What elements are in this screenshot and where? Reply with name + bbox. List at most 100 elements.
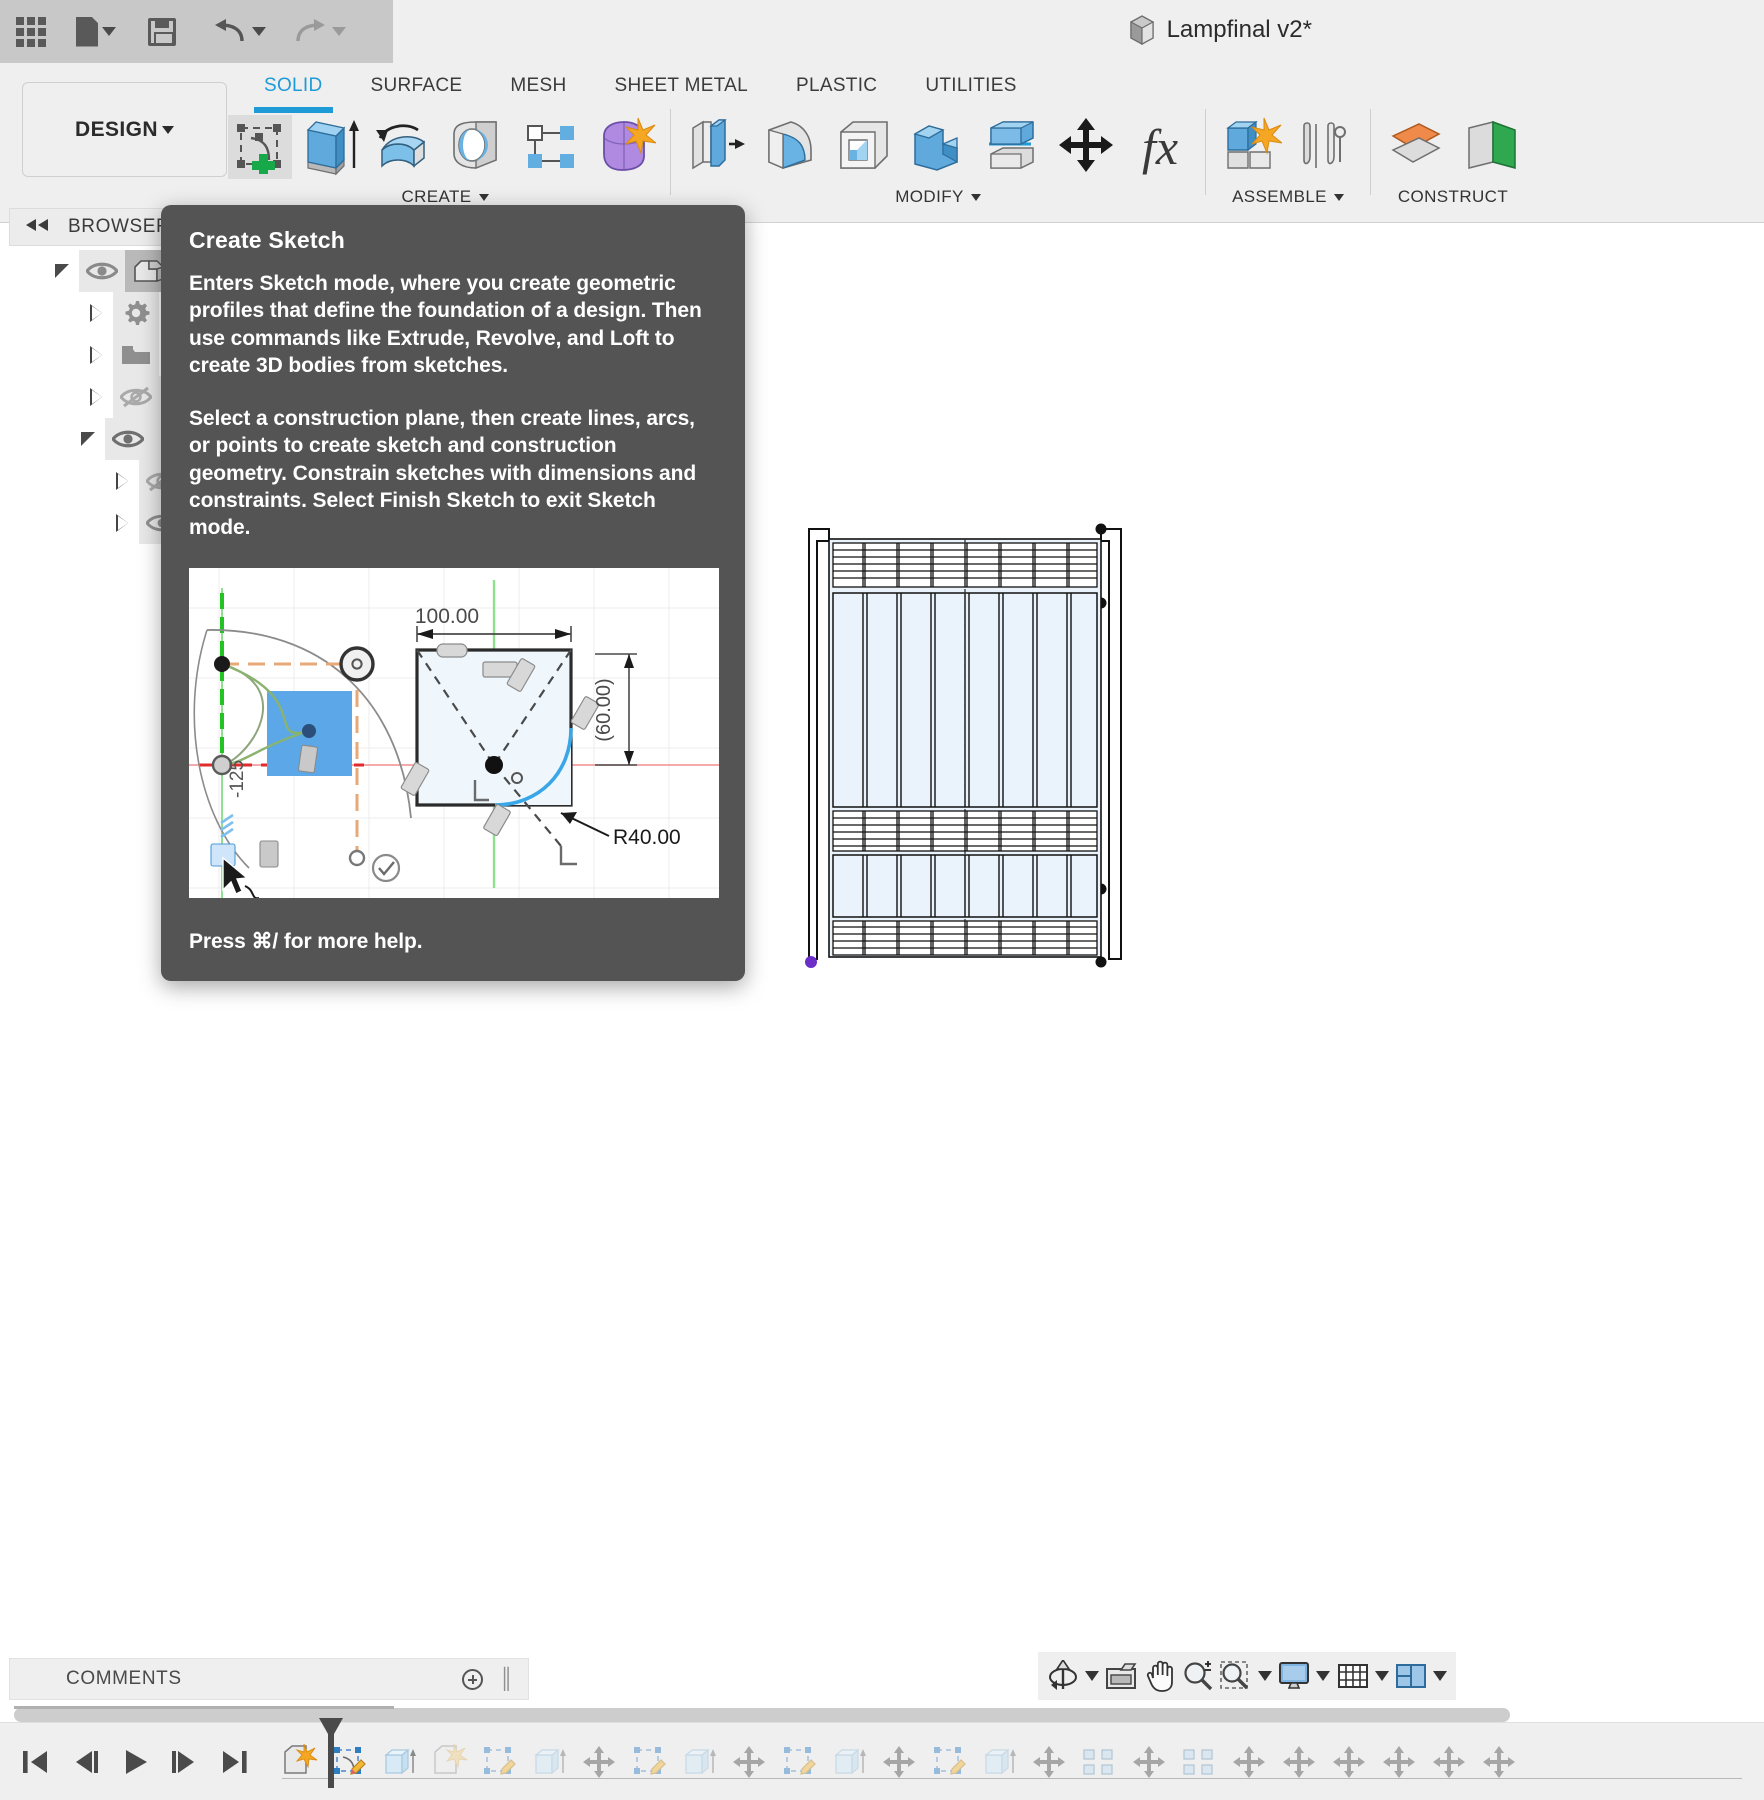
timeline-go-to-beginning[interactable] [10, 1733, 60, 1791]
panel-label-assemble[interactable]: ASSEMBLE [1232, 187, 1344, 207]
timeline-feature-extrude-1[interactable] [374, 1733, 424, 1791]
nav-display-settings-button[interactable] [1275, 1654, 1313, 1698]
timeline-feature-move-2[interactable] [724, 1733, 774, 1791]
timeline-feature-new-component-2[interactable] [424, 1733, 474, 1791]
timeline-step-forward[interactable] [160, 1733, 210, 1791]
tool-create-sketch[interactable] [228, 115, 292, 179]
timeline-feature-pattern-2[interactable] [1174, 1733, 1224, 1791]
tool-new-component[interactable] [1214, 109, 1288, 185]
timeline-position-marker[interactable] [318, 1718, 344, 1788]
timeline-feature-sketch-4[interactable] [774, 1733, 824, 1791]
tool-hole[interactable] [440, 109, 514, 185]
expander-collapsed-icon[interactable] [89, 388, 103, 406]
timeline-step-back[interactable] [60, 1733, 110, 1791]
nav-zoom-dropdown[interactable] [1255, 1671, 1275, 1681]
timeline-feature-sketch-2[interactable] [474, 1733, 524, 1791]
expander-collapsed-icon[interactable] [89, 304, 103, 322]
timeline-scrollbar[interactable] [14, 1706, 1764, 1722]
tool-combine[interactable] [901, 109, 975, 185]
timeline-feature-move-6[interactable] [1224, 1733, 1274, 1791]
timeline-scrollbar-thumb[interactable] [14, 1708, 1510, 1722]
timeline-feature-move-7[interactable] [1274, 1733, 1324, 1791]
tab-utilities[interactable]: UTILITIES [901, 69, 1040, 103]
nav-orbit-button[interactable] [1044, 1654, 1082, 1698]
timeline-feature-move-9[interactable] [1374, 1733, 1424, 1791]
tool-shell[interactable] [827, 109, 901, 185]
tool-move-copy[interactable] [1049, 109, 1123, 185]
tool-press-pull[interactable] [679, 109, 753, 185]
nav-viewports-dropdown[interactable] [1430, 1671, 1450, 1681]
app-grid-button[interactable] [10, 9, 52, 55]
fillet-icon [768, 121, 812, 170]
panel-label-create[interactable]: CREATE [401, 187, 489, 207]
tool-plane-at-angle[interactable] [1453, 109, 1527, 185]
extrude-icon [306, 120, 359, 176]
timeline-feature-move-5[interactable] [1124, 1733, 1174, 1791]
visibility-toggle[interactable] [105, 418, 151, 460]
timeline-play[interactable] [110, 1733, 160, 1791]
nav-orbit-dropdown[interactable] [1082, 1671, 1102, 1681]
timeline-feature-extrude-4[interactable] [824, 1733, 874, 1791]
tool-split-body[interactable] [975, 109, 1049, 185]
command-tooltip: Create Sketch Enters Sketch mode, where … [161, 205, 745, 981]
timeline-feature-move-4[interactable] [1024, 1733, 1074, 1791]
expander-collapsed-icon[interactable] [115, 514, 129, 532]
tool-revolve[interactable] [366, 109, 440, 185]
nav-display-dropdown[interactable] [1313, 1671, 1333, 1681]
tool-fillet[interactable] [753, 109, 827, 185]
visibility-toggle[interactable] [113, 376, 159, 418]
timeline-feature-new-component[interactable] [274, 1733, 324, 1791]
timeline-feature-sketch-3[interactable] [624, 1733, 674, 1791]
collapse-left-icon[interactable] [24, 216, 50, 238]
nav-look-at-button[interactable] [1102, 1654, 1140, 1698]
timeline-feature-extrude-3[interactable] [674, 1733, 724, 1791]
tool-create-form[interactable] [588, 109, 662, 185]
save-button[interactable] [142, 9, 182, 55]
tool-rectangular-pattern[interactable] [514, 109, 588, 185]
timeline-feature-move-1[interactable] [574, 1733, 624, 1791]
timeline-feature-pattern-1[interactable] [1074, 1733, 1124, 1791]
tab-sheet-metal[interactable]: SHEET METAL [590, 69, 772, 103]
expander-expanded-icon[interactable] [55, 264, 69, 278]
expander-collapsed-icon[interactable] [89, 346, 103, 364]
nav-grid-dropdown[interactable] [1372, 1671, 1392, 1681]
panel-label-construct[interactable]: CONSTRUCT [1398, 187, 1508, 207]
nav-pan-button[interactable] [1141, 1654, 1179, 1698]
visibility-toggle[interactable] [79, 250, 125, 292]
ribbon-panels: CREATE fx MODIFY ASSEMBLE CONSTRUCT [228, 109, 1764, 219]
nav-zoom-button[interactable] [1179, 1654, 1217, 1698]
add-comment-icon[interactable] [462, 1668, 484, 1690]
tab-plastic[interactable]: PLASTIC [772, 69, 901, 103]
tool-joint[interactable] [1288, 109, 1362, 185]
undo-button[interactable] [206, 9, 272, 55]
timeline-feature-extrude-2[interactable] [524, 1733, 574, 1791]
lamp-lattice-model[interactable] [805, 519, 1125, 974]
tab-mesh[interactable]: MESH [486, 69, 590, 103]
nav-zoom-window-button[interactable] [1217, 1654, 1255, 1698]
nav-grid-snaps-button[interactable] [1334, 1654, 1372, 1698]
timeline-feature-sketch-5[interactable] [924, 1733, 974, 1791]
tool-extrude[interactable] [292, 109, 366, 185]
tab-surface[interactable]: SURFACE [347, 69, 487, 103]
timeline-feature-extrude-5[interactable] [974, 1733, 1024, 1791]
tool-offset-plane[interactable] [1379, 109, 1453, 185]
comments-resize-handle[interactable]: ║ [499, 1668, 514, 1691]
tab-solid[interactable]: SOLID [240, 69, 347, 113]
timeline-feature-move-10[interactable] [1424, 1733, 1474, 1791]
tooltip-title: Create Sketch [189, 227, 346, 253]
panel-label-modify[interactable]: MODIFY [895, 187, 981, 207]
timeline-feature-move-11[interactable] [1474, 1733, 1524, 1791]
redo-button[interactable] [286, 9, 352, 55]
expander-collapsed-icon[interactable] [115, 472, 129, 490]
file-menu-button[interactable] [70, 9, 122, 55]
tool-change-parameters[interactable]: fx [1123, 109, 1197, 185]
move-icon [583, 1745, 615, 1778]
workspace-switcher-button[interactable]: DESIGN [22, 82, 227, 177]
timeline-feature-move-3[interactable] [874, 1733, 924, 1791]
comments-bar[interactable]: COMMENTS ║ [9, 1658, 529, 1700]
expander-expanded-icon[interactable] [81, 432, 95, 446]
timeline-feature-move-8[interactable] [1324, 1733, 1374, 1791]
panel-label-text: CREATE [401, 187, 472, 206]
nav-viewports-button[interactable] [1392, 1654, 1430, 1698]
timeline-go-to-end[interactable] [210, 1733, 260, 1791]
